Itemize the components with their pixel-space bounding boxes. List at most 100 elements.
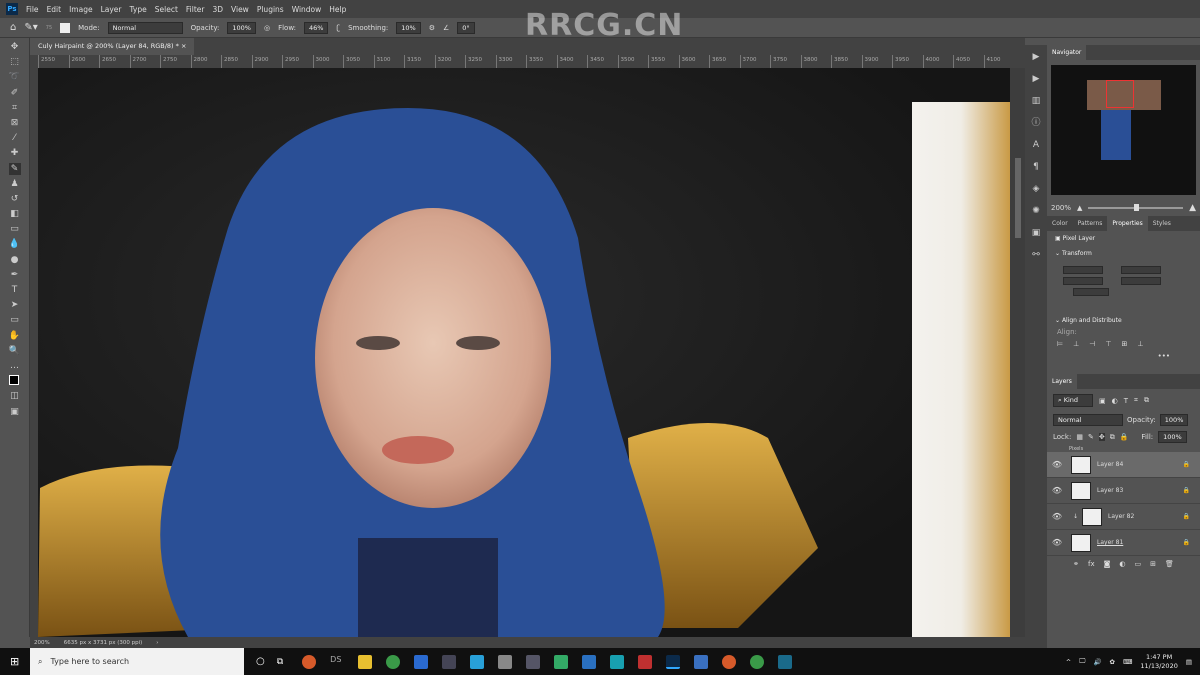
app-icon[interactable] bbox=[498, 654, 513, 669]
histogram-icon[interactable]: ▥ bbox=[1031, 96, 1041, 106]
eraser-tool-icon[interactable]: ◧ bbox=[9, 208, 21, 220]
adjustment-icon[interactable]: ◐ bbox=[1119, 560, 1125, 568]
link-icon[interactable]: ⚭ bbox=[1073, 560, 1079, 568]
tab-properties[interactable]: Properties bbox=[1107, 216, 1148, 231]
transform-section[interactable]: ⌄ Transform bbox=[1047, 246, 1200, 261]
tray-app-icon[interactable]: ✿ bbox=[1110, 658, 1115, 666]
fx-icon[interactable]: fx bbox=[1088, 560, 1095, 568]
character-icon[interactable]: A bbox=[1031, 140, 1041, 150]
image-icon[interactable]: ▣ bbox=[1031, 228, 1041, 238]
brushes-icon[interactable]: ✺ bbox=[1031, 206, 1041, 216]
group-icon[interactable]: ▭ bbox=[1135, 560, 1142, 568]
keyboard-icon[interactable]: ⌨ bbox=[1123, 658, 1132, 666]
3d-icon[interactable]: ◈ bbox=[1031, 184, 1041, 194]
info-icon[interactable]: ⓘ bbox=[1031, 118, 1041, 128]
color-swatches-icon[interactable] bbox=[8, 375, 21, 387]
opacity-field[interactable]: 100% bbox=[227, 21, 256, 34]
more-tools-icon[interactable]: … bbox=[9, 360, 21, 372]
smoothing-field[interactable]: 10% bbox=[396, 21, 421, 34]
blend-mode-select[interactable]: Normal bbox=[1053, 414, 1123, 426]
move-tool-icon[interactable]: ✥ bbox=[9, 41, 21, 53]
paragraph-icon[interactable]: ¶ bbox=[1031, 162, 1041, 172]
menu-select[interactable]: Select bbox=[155, 5, 178, 14]
hand-tool-icon[interactable]: ✋ bbox=[9, 330, 21, 342]
gear-icon[interactable]: ⚙ bbox=[429, 24, 435, 32]
tab-color[interactable]: Color bbox=[1047, 220, 1073, 227]
new-layer-icon[interactable]: ⊞ bbox=[1150, 560, 1156, 568]
volume-icon[interactable]: 🔊 bbox=[1093, 658, 1101, 666]
close-icon[interactable]: × bbox=[181, 42, 186, 50]
menu-view[interactable]: View bbox=[231, 5, 249, 14]
play-icon[interactable]: ▶ bbox=[1031, 52, 1041, 62]
photoshop-taskbar-icon[interactable] bbox=[666, 654, 681, 669]
dodge-tool-icon[interactable]: ● bbox=[9, 254, 21, 266]
navigator-zoom-value[interactable]: 200% bbox=[1051, 204, 1071, 212]
history-brush-icon[interactable]: ↺ bbox=[9, 193, 21, 205]
marquee-tool-icon[interactable]: ⬚ bbox=[9, 56, 21, 68]
mode-select[interactable]: Normal bbox=[107, 21, 183, 34]
status-arrow-icon[interactable]: › bbox=[156, 640, 158, 646]
blender-icon[interactable] bbox=[722, 654, 737, 669]
type-tool-icon[interactable]: T bbox=[9, 284, 21, 296]
app-icon[interactable] bbox=[582, 654, 597, 669]
flow-field[interactable]: 46% bbox=[304, 21, 329, 34]
canvas[interactable] bbox=[38, 68, 1010, 637]
windows-start-icon[interactable]: ⊞ bbox=[10, 655, 19, 668]
zoom-slider[interactable] bbox=[1088, 204, 1184, 211]
home-icon[interactable]: ⌂ bbox=[10, 22, 16, 33]
kind-filter[interactable]: ⌕ Kind bbox=[1053, 394, 1093, 407]
menu-plugins[interactable]: Plugins bbox=[257, 5, 284, 14]
menu-window[interactable]: Window bbox=[292, 5, 322, 14]
eye-icon[interactable]: 👁 bbox=[1047, 460, 1067, 469]
menu-type[interactable]: Type bbox=[130, 5, 147, 14]
app-icon[interactable] bbox=[778, 654, 793, 669]
tray-chevron-icon[interactable]: ^ bbox=[1066, 658, 1071, 666]
paths-icon[interactable]: ⚯ bbox=[1031, 250, 1041, 260]
clock[interactable]: 1:47 PM 11/13/2020 bbox=[1140, 653, 1177, 671]
filter-adjust-icon[interactable]: ◐ bbox=[1112, 397, 1118, 405]
cortana-icon[interactable]: ○ bbox=[256, 656, 265, 667]
menu-layer[interactable]: Layer bbox=[101, 5, 122, 14]
align-center-icon[interactable]: ⊥ bbox=[1073, 340, 1079, 348]
frame-tool-icon[interactable]: ⊠ bbox=[9, 117, 21, 129]
actions-icon[interactable]: ▶ bbox=[1031, 74, 1041, 84]
app-icon[interactable] bbox=[526, 654, 541, 669]
path-select-icon[interactable]: ➤ bbox=[9, 299, 21, 311]
app-icon[interactable] bbox=[470, 654, 485, 669]
layer-row[interactable]: 👁 Layer 83 🔒 bbox=[1047, 478, 1200, 504]
zoom-in-icon[interactable]: ▲ bbox=[1189, 203, 1196, 213]
menu-filter[interactable]: Filter bbox=[186, 5, 205, 14]
file-explorer-icon[interactable] bbox=[358, 654, 373, 669]
navigator-tab[interactable]: Navigator bbox=[1047, 45, 1087, 60]
align-middle-icon[interactable]: ⊞ bbox=[1121, 340, 1127, 348]
menu-file[interactable]: File bbox=[26, 5, 39, 14]
menu-edit[interactable]: Edit bbox=[47, 5, 62, 14]
airbrush-icon[interactable]: ʗ bbox=[336, 24, 340, 32]
filter-pixel-icon[interactable]: ▣ bbox=[1099, 397, 1106, 405]
fill-field[interactable]: 100% bbox=[1158, 431, 1187, 443]
eye-icon[interactable]: 👁 bbox=[1047, 538, 1067, 547]
lasso-tool-icon[interactable]: ➰ bbox=[9, 71, 21, 83]
angle-field[interactable]: 0° bbox=[457, 21, 475, 34]
stamp-tool-icon[interactable]: ♟ bbox=[9, 178, 21, 190]
menu-3d[interactable]: 3D bbox=[212, 5, 223, 14]
shape-tool-icon[interactable]: ▭ bbox=[9, 314, 21, 326]
vertical-scrollbar[interactable] bbox=[1010, 68, 1025, 637]
notifications-icon[interactable]: ▤ bbox=[1186, 658, 1192, 666]
crop-tool-icon[interactable]: ⌗ bbox=[9, 102, 21, 114]
task-view-icon[interactable]: ⧉ bbox=[277, 657, 283, 667]
brush-size[interactable]: 75 bbox=[46, 25, 52, 31]
tab-styles[interactable]: Styles bbox=[1148, 220, 1176, 227]
align-section[interactable]: ⌄ Align and Distribute bbox=[1047, 313, 1200, 328]
eye-icon[interactable]: 👁 bbox=[1047, 512, 1067, 521]
filter-type-icon[interactable]: T bbox=[1124, 397, 1128, 405]
network-icon[interactable]: 🖵 bbox=[1079, 657, 1085, 666]
align-bottom-icon[interactable]: ⊥ bbox=[1137, 340, 1143, 348]
lock-transparency-icon[interactable]: ▦ bbox=[1076, 433, 1083, 441]
align-top-icon[interactable]: ⊤ bbox=[1105, 340, 1111, 348]
app-icon[interactable] bbox=[610, 654, 625, 669]
app-icon[interactable] bbox=[554, 654, 569, 669]
layer-row[interactable]: 👁 Layer 81 🔒 bbox=[1047, 530, 1200, 556]
layer-row[interactable]: 👁 ↓ Layer 82 🔒 bbox=[1047, 504, 1200, 530]
taskbar-search[interactable]: ⌕ Type here to search bbox=[30, 648, 244, 675]
